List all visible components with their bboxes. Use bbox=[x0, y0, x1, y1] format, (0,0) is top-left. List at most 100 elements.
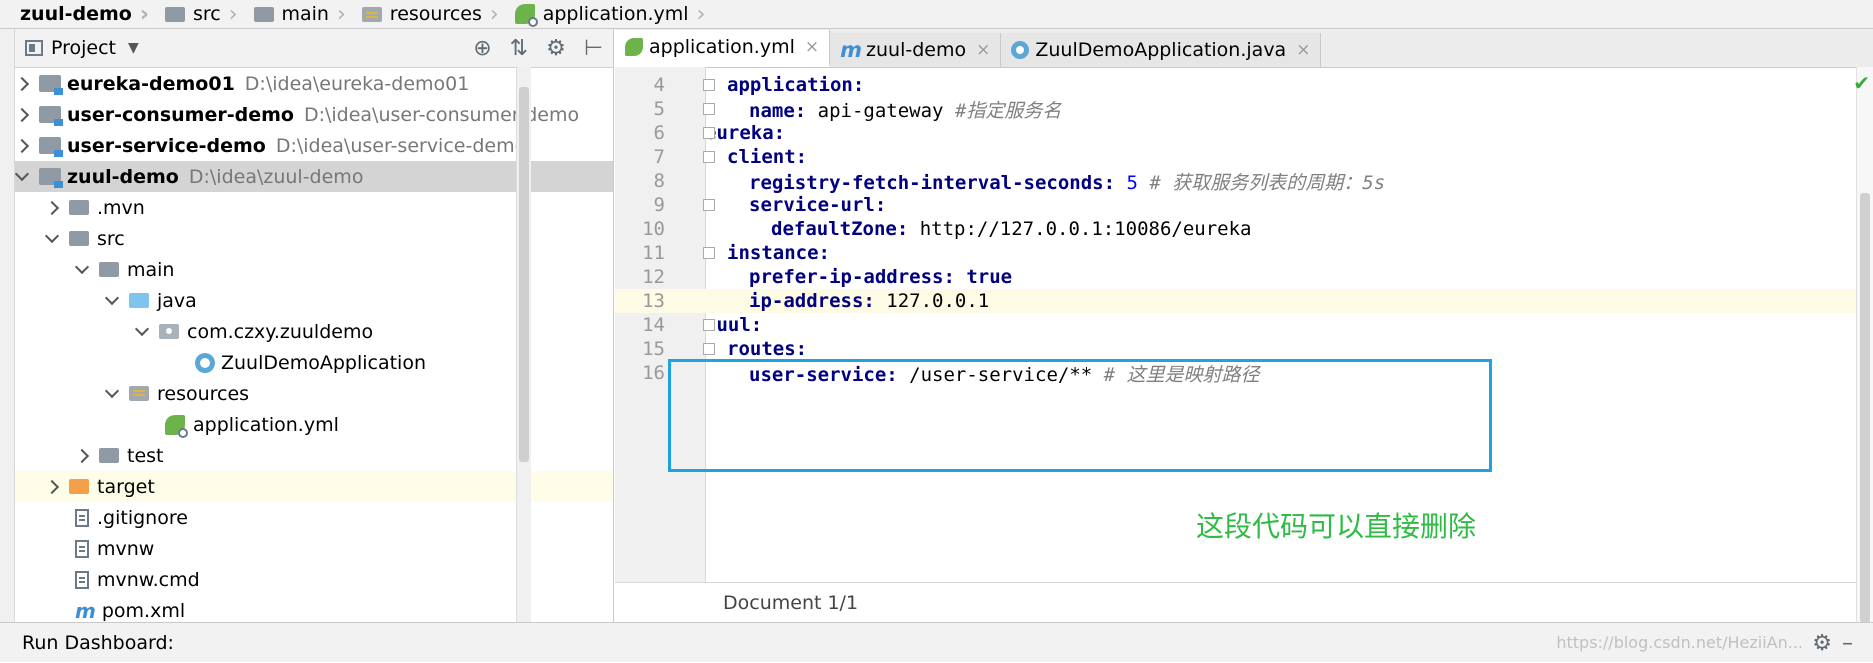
code-line[interactable]: 5 name: api-gateway #指定服务名 bbox=[615, 96, 1857, 123]
code-line[interactable]: 10 defaultZone: http://127.0.0.1:10086/eu… bbox=[615, 217, 1857, 241]
gear-icon[interactable]: ⚙ bbox=[1812, 631, 1832, 656]
tree-item-label: user-consumer-demo bbox=[67, 103, 294, 126]
tab-application-yml[interactable]: application.yml × bbox=[615, 30, 831, 67]
code-line[interactable]: 11 instance: bbox=[615, 241, 1857, 265]
scrollbar-thumb[interactable] bbox=[1860, 193, 1870, 623]
watermark: https://blog.csdn.net/HeziiAn... bbox=[1556, 633, 1803, 652]
chevron-right-icon[interactable] bbox=[45, 201, 59, 215]
yaml-key: defaultZone: bbox=[771, 218, 909, 240]
fold-icon[interactable] bbox=[703, 319, 715, 331]
code-content: defaultZone: http://127.0.0.1:10086/eure… bbox=[771, 218, 1251, 240]
project-panel-title[interactable]: Project bbox=[51, 37, 116, 59]
tab-label: application.yml bbox=[649, 36, 795, 58]
run-dashboard-label[interactable]: Run Dashboard: bbox=[22, 632, 174, 654]
chevron-down-icon[interactable] bbox=[105, 294, 119, 308]
code-content: eureka: bbox=[705, 122, 785, 144]
hide-icon[interactable]: ⊢ bbox=[584, 36, 603, 61]
breadcrumb-item-file[interactable]: application.yml › bbox=[505, 0, 712, 28]
chevron-right-icon[interactable] bbox=[15, 139, 29, 153]
breadcrumb-item-resources[interactable]: resources › bbox=[352, 0, 505, 28]
scrollbar-thumb[interactable] bbox=[519, 87, 529, 462]
code-line[interactable]: 9 service-url: bbox=[615, 193, 1857, 217]
breadcrumb-label: resources bbox=[389, 3, 482, 25]
project-panel-toolbar: ⊕ ⇅ ⚙ ⊢ bbox=[473, 29, 603, 67]
code-line[interactable]: 6 eureka: bbox=[615, 121, 1857, 145]
chevron-right-icon[interactable] bbox=[15, 108, 29, 122]
breadcrumb-item-main[interactable]: main › bbox=[244, 0, 352, 28]
resources-folder-icon bbox=[129, 386, 149, 401]
tree-item-label: com.czxy.zuuldemo bbox=[187, 320, 374, 343]
chevron-right-icon: › bbox=[696, 1, 706, 27]
folder-icon bbox=[253, 6, 274, 22]
locate-icon[interactable]: ⊕ bbox=[473, 36, 491, 61]
folder-icon bbox=[69, 231, 89, 246]
code-line[interactable]: 4 application: bbox=[615, 73, 1857, 97]
check-icon: ✔ bbox=[1853, 71, 1870, 95]
code-content: name: api-gateway #指定服务名 bbox=[749, 96, 1061, 123]
chevron-down-icon[interactable] bbox=[75, 263, 89, 277]
code-line[interactable]: 13 ip-address: 127.0.0.1 bbox=[615, 289, 1857, 313]
line-number: 6 bbox=[653, 122, 665, 144]
yaml-key: prefer-ip-address: bbox=[749, 266, 955, 288]
spring-boot-class-icon bbox=[1011, 41, 1030, 59]
fold-icon[interactable] bbox=[703, 247, 715, 259]
close-icon[interactable]: × bbox=[976, 40, 990, 60]
code-content: prefer-ip-address: true bbox=[749, 266, 1012, 288]
chevron-down-icon[interactable] bbox=[135, 325, 149, 339]
chevron-down-icon[interactable] bbox=[15, 170, 29, 184]
yaml-value: true bbox=[966, 266, 1013, 288]
yaml-key: eureka: bbox=[705, 122, 786, 144]
tree-item-label: pom.xml bbox=[101, 599, 186, 622]
collapse-all-icon[interactable]: ⇅ bbox=[510, 36, 528, 61]
fold-icon[interactable] bbox=[703, 79, 715, 91]
text-file-icon bbox=[75, 570, 89, 589]
code-line[interactable]: 15 routes: bbox=[615, 337, 1857, 361]
code-line[interactable]: 8 registry-fetch-interval-seconds: 5 # 获取… bbox=[615, 169, 1857, 194]
code-line[interactable]: 7 client: bbox=[615, 145, 1857, 169]
fold-icon[interactable] bbox=[703, 103, 715, 115]
code-content: ip-address: 127.0.0.1 bbox=[749, 290, 989, 312]
chevron-right-icon[interactable] bbox=[75, 449, 89, 463]
maven-icon: m bbox=[75, 598, 96, 623]
yaml-comment: #指定服务名 bbox=[954, 99, 1062, 122]
code-content: application: bbox=[727, 74, 864, 96]
tab-zuul-demo[interactable]: m zuul-demo × bbox=[830, 33, 1002, 67]
line-number: 16 bbox=[642, 362, 665, 384]
chevron-right-icon: › bbox=[228, 1, 238, 27]
spring-yml-icon bbox=[165, 414, 188, 438]
line-number: 8 bbox=[653, 170, 665, 192]
tree-item-label: test bbox=[127, 444, 164, 467]
project-panel-scrollbar[interactable] bbox=[516, 67, 531, 622]
tab-label: zuul-demo bbox=[866, 39, 967, 61]
fold-icon[interactable] bbox=[703, 127, 715, 139]
code-line[interactable]: 14 zuul: bbox=[615, 313, 1857, 337]
fold-icon[interactable] bbox=[703, 151, 715, 163]
code-content: client: bbox=[727, 146, 807, 168]
close-icon[interactable]: × bbox=[1296, 40, 1310, 60]
chevron-down-icon[interactable] bbox=[105, 387, 119, 401]
tab-zuul-demo-application[interactable]: ZuulDemoApplication.java × bbox=[1001, 33, 1322, 67]
breadcrumb-item-project[interactable]: zuul-demo › bbox=[0, 0, 155, 28]
chevron-right-icon[interactable] bbox=[45, 480, 59, 494]
tree-item-label: target bbox=[97, 475, 155, 498]
fold-icon[interactable] bbox=[703, 343, 715, 355]
breadcrumb-label: main bbox=[281, 3, 329, 25]
close-icon[interactable]: × bbox=[805, 37, 819, 57]
spring-yml-icon bbox=[514, 4, 538, 27]
chevron-down-icon[interactable] bbox=[45, 232, 59, 246]
gear-icon[interactable]: ⚙ bbox=[546, 36, 566, 61]
folder-icon bbox=[164, 6, 185, 22]
code-line[interactable]: 12 prefer-ip-address: true bbox=[615, 265, 1857, 289]
fold-icon[interactable] bbox=[703, 199, 715, 211]
editor-scrollbar[interactable]: ✔ bbox=[1853, 67, 1873, 623]
tree-item-path: D:\idea\eureka-demo01 bbox=[244, 72, 470, 95]
minimize-icon[interactable]: – bbox=[1842, 631, 1853, 656]
chevron-right-icon[interactable] bbox=[15, 77, 29, 91]
tree-item-label: user-service-demo bbox=[67, 134, 266, 157]
editor-status-bar: Document 1/1 bbox=[615, 582, 1857, 622]
breadcrumb-item-src[interactable]: src › bbox=[155, 0, 244, 28]
yaml-key: ip-address: bbox=[749, 290, 875, 312]
tree-item-path: D:\idea\zuul-demo bbox=[188, 165, 364, 188]
module-icon bbox=[39, 137, 63, 157]
chevron-down-icon[interactable]: ▼ bbox=[128, 40, 139, 56]
